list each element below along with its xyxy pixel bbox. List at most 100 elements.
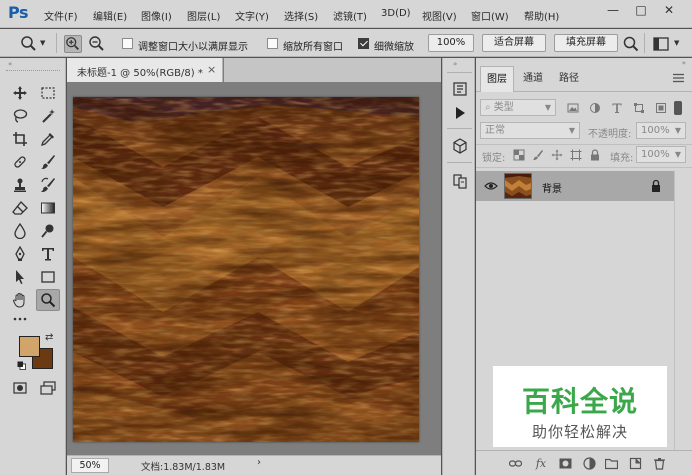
- workspace-icon[interactable]: [652, 35, 670, 53]
- divider: [447, 162, 472, 163]
- preset-dropdown-caret-icon[interactable]: ▼: [40, 39, 45, 47]
- filter-pixel-icon[interactable]: [566, 101, 580, 115]
- zoom-in-icon[interactable]: [64, 35, 82, 53]
- menu-select[interactable]: 选择(S): [284, 8, 318, 23]
- panel-menu-icon[interactable]: [673, 73, 684, 83]
- filter-type-icon[interactable]: [610, 101, 624, 115]
- menu-type[interactable]: 文字(Y): [235, 8, 269, 23]
- swap-colors-icon[interactable]: ⇄: [45, 332, 53, 343]
- menu-filter[interactable]: 滤镜(T): [333, 8, 367, 23]
- tools-panel: « ⇄: [0, 58, 66, 475]
- eyedropper-icon[interactable]: [36, 128, 60, 150]
- menu-window[interactable]: 窗口(W): [471, 8, 509, 23]
- move-tool-icon[interactable]: [8, 82, 32, 104]
- zoom-all-windows-checkbox[interactable]: [267, 38, 278, 49]
- screen-mode-icon[interactable]: [36, 377, 60, 399]
- panel-header-grip[interactable]: [476, 58, 692, 66]
- menu-3d[interactable]: 3D(D): [381, 8, 411, 19]
- 3d-panel-icon[interactable]: [449, 135, 471, 157]
- filter-adjustment-icon[interactable]: [588, 101, 602, 115]
- zoom-level-field[interactable]: 50%: [71, 458, 109, 473]
- pen-tool-icon[interactable]: [8, 243, 32, 265]
- new-group-icon[interactable]: [604, 456, 618, 470]
- tab-paths[interactable]: 路径: [552, 66, 586, 92]
- scrubby-zoom-checkbox[interactable]: [358, 38, 369, 49]
- clone-stamp-icon[interactable]: [8, 174, 32, 196]
- workspace-caret-icon[interactable]: ▼: [674, 39, 679, 47]
- panel-collapse-icon[interactable]: «: [8, 60, 13, 68]
- layer-style-icon[interactable]: fx: [534, 456, 548, 470]
- fit-screen-button[interactable]: 适合屏幕: [482, 34, 546, 52]
- zoom-out-icon[interactable]: [88, 35, 106, 53]
- opacity-field[interactable]: 100% ▼: [636, 122, 686, 139]
- rectangle-tool-icon[interactable]: [36, 266, 60, 288]
- close-document-icon[interactable]: ×: [207, 63, 216, 76]
- zoom-percent-field[interactable]: 100%: [428, 34, 474, 52]
- menu-layer[interactable]: 图层(L): [187, 8, 220, 23]
- filter-toggle-icon[interactable]: [674, 101, 682, 115]
- menu-view[interactable]: 视图(V): [422, 8, 457, 23]
- menu-image[interactable]: 图像(I): [141, 8, 172, 23]
- properties-panel-icon[interactable]: [449, 170, 471, 192]
- status-menu-arrow-icon[interactable]: ›: [257, 457, 261, 468]
- opacity-value: 100%: [641, 125, 670, 136]
- tab-layers[interactable]: 图层: [480, 66, 514, 92]
- canvas-image[interactable]: [73, 97, 419, 442]
- delete-layer-icon[interactable]: [652, 456, 666, 470]
- lock-pixels-icon[interactable]: [531, 148, 545, 162]
- type-tool-icon[interactable]: [36, 243, 60, 265]
- history-brush-icon[interactable]: [36, 174, 60, 196]
- layer-row-background[interactable]: 背景: [476, 171, 674, 201]
- crop-tool-icon[interactable]: [8, 128, 32, 150]
- maximize-button[interactable]: □: [628, 2, 654, 18]
- adjustment-layer-icon[interactable]: [582, 456, 596, 470]
- eye-icon[interactable]: [484, 179, 498, 193]
- fill-screen-button[interactable]: 填充屏幕: [554, 34, 618, 52]
- add-mask-icon[interactable]: [558, 456, 572, 470]
- tab-strip: [224, 58, 441, 82]
- layers-scrollbar[interactable]: [674, 171, 692, 450]
- gradient-tool-icon[interactable]: [36, 197, 60, 219]
- foreground-color-swatch[interactable]: [19, 336, 40, 357]
- healing-brush-icon[interactable]: [8, 151, 32, 173]
- menu-help[interactable]: 帮助(H): [524, 8, 559, 23]
- lock-position-icon[interactable]: [550, 148, 564, 162]
- magic-wand-icon[interactable]: [36, 105, 60, 127]
- zoom-tool-preset-icon[interactable]: [20, 35, 38, 53]
- actions-play-icon[interactable]: [449, 102, 471, 124]
- default-colors-icon[interactable]: [17, 361, 26, 370]
- fill-field[interactable]: 100% ▼: [636, 146, 686, 163]
- blur-tool-icon[interactable]: [8, 220, 32, 242]
- link-layers-icon[interactable]: [508, 456, 522, 470]
- resize-windows-checkbox[interactable]: [122, 38, 133, 49]
- lock-all-icon[interactable]: [588, 148, 602, 162]
- history-panel-icon[interactable]: [449, 78, 471, 100]
- menu-file[interactable]: 文件(F): [44, 8, 78, 23]
- layer-name[interactable]: 背景: [542, 180, 562, 195]
- brush-tool-icon[interactable]: [36, 151, 60, 173]
- close-window-button[interactable]: ✕: [656, 2, 682, 18]
- layer-kind-filter[interactable]: ⌕ 类型 ▼: [480, 99, 556, 116]
- dodge-tool-icon[interactable]: [36, 220, 60, 242]
- more-tools-icon[interactable]: [8, 308, 32, 330]
- zoom-tool-icon[interactable]: [36, 289, 60, 311]
- blend-mode-select[interactable]: 正常 ▼: [480, 122, 580, 139]
- tab-channels[interactable]: 通道: [516, 66, 550, 92]
- menu-edit[interactable]: 编辑(E): [93, 8, 127, 23]
- rectangular-marquee-icon[interactable]: [36, 82, 60, 104]
- layers-footer: fx: [476, 450, 692, 475]
- quick-mask-icon[interactable]: [8, 377, 32, 399]
- eraser-tool-icon[interactable]: [8, 197, 32, 219]
- search-icon[interactable]: [622, 35, 640, 53]
- filter-shape-icon[interactable]: [632, 101, 646, 115]
- lock-transparent-icon[interactable]: [512, 148, 526, 162]
- filter-smart-object-icon[interactable]: [654, 101, 668, 115]
- panel-grip[interactable]: [6, 70, 60, 72]
- new-layer-icon[interactable]: [628, 456, 642, 470]
- minimize-button[interactable]: —: [600, 2, 626, 18]
- path-selection-icon[interactable]: [8, 266, 32, 288]
- document-tab[interactable]: 未标题-1 @ 50%(RGB/8) * ×: [67, 58, 223, 82]
- lock-artboard-icon[interactable]: [569, 148, 583, 162]
- dock-collapse-icon[interactable]: »: [453, 60, 457, 68]
- lasso-tool-icon[interactable]: [8, 105, 32, 127]
